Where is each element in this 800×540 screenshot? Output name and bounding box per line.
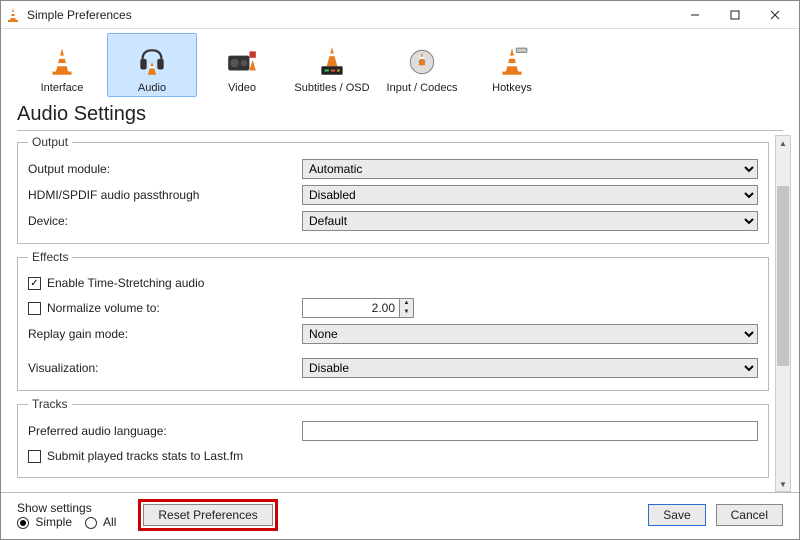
group-effects-legend: Effects xyxy=(28,250,72,264)
tab-video[interactable]: Video xyxy=(197,33,287,97)
pref-lang-label: Preferred audio language: xyxy=(28,424,302,438)
tab-label: Video xyxy=(228,82,256,94)
visualization-select[interactable]: Disable xyxy=(302,358,758,378)
tab-input-codecs[interactable]: Input / Codecs xyxy=(377,33,467,97)
group-tracks: Tracks Preferred audio language: Submit … xyxy=(17,397,769,478)
settings-scroll-area: Output Output module: Automatic HDMI/SPD… xyxy=(17,135,791,492)
normalize-value-spinner[interactable]: 2.00 ▲▼ xyxy=(302,298,414,318)
lastfm-checkbox[interactable] xyxy=(28,450,41,463)
divider xyxy=(17,130,783,131)
tab-label: Hotkeys xyxy=(492,82,532,94)
close-button[interactable] xyxy=(755,1,795,28)
save-button[interactable]: Save xyxy=(648,504,705,526)
reset-preferences-button[interactable]: Reset Preferences xyxy=(143,504,272,526)
video-icon xyxy=(225,44,260,79)
vertical-scrollbar[interactable]: ▲ ▼ xyxy=(775,135,791,492)
time-stretch-label: Enable Time-Stretching audio xyxy=(47,276,204,290)
codecs-icon xyxy=(405,44,440,79)
interface-icon xyxy=(45,44,80,79)
page-heading: Audio Settings xyxy=(17,103,783,126)
footer-bar: Show settings Simple All Reset Preferenc… xyxy=(1,492,799,539)
tab-hotkeys[interactable]: Hotkeys xyxy=(467,33,557,97)
group-output-legend: Output xyxy=(28,135,72,149)
replay-gain-label: Replay gain mode: xyxy=(28,327,302,341)
passthrough-select[interactable]: Disabled xyxy=(302,185,758,205)
maximize-button[interactable] xyxy=(715,1,755,28)
radio-all[interactable] xyxy=(85,517,97,529)
normalize-label: Normalize volume to: xyxy=(47,301,160,315)
title-bar: Simple Preferences xyxy=(1,1,799,29)
lastfm-label: Submit played tracks stats to Last.fm xyxy=(47,449,243,463)
tab-label: Subtitles / OSD xyxy=(294,82,369,94)
normalize-value: 2.00 xyxy=(303,301,399,315)
scroll-thumb[interactable] xyxy=(777,186,789,366)
tab-subtitles[interactable]: Subtitles / OSD xyxy=(287,33,377,97)
passthrough-label: HDMI/SPDIF audio passthrough xyxy=(28,188,302,202)
output-module-label: Output module: xyxy=(28,162,302,176)
scroll-down-icon[interactable]: ▼ xyxy=(776,477,790,491)
window-title: Simple Preferences xyxy=(27,8,675,22)
spinner-up-icon[interactable]: ▲ xyxy=(400,299,413,308)
vlc-app-icon xyxy=(5,7,21,23)
device-label: Device: xyxy=(28,214,302,228)
group-output: Output Output module: Automatic HDMI/SPD… xyxy=(17,135,769,244)
tab-label: Interface xyxy=(41,82,84,94)
pref-lang-input[interactable] xyxy=(302,421,758,441)
time-stretch-checkbox[interactable]: ✓ xyxy=(28,277,41,290)
visualization-label: Visualization: xyxy=(28,361,302,375)
spinner-down-icon[interactable]: ▼ xyxy=(400,308,413,317)
category-toolbar: Interface Audio Video Subtitles / OSD In… xyxy=(1,29,799,97)
tab-label: Audio xyxy=(138,82,166,94)
radio-simple-label: Simple xyxy=(35,515,72,529)
device-select[interactable]: Default xyxy=(302,211,758,231)
radio-simple[interactable] xyxy=(17,517,29,529)
settings-content: Output Output module: Automatic HDMI/SPD… xyxy=(17,135,773,492)
audio-icon xyxy=(135,44,170,79)
minimize-button[interactable] xyxy=(675,1,715,28)
replay-gain-select[interactable]: None xyxy=(302,324,758,344)
subtitles-icon xyxy=(315,44,350,79)
scroll-up-icon[interactable]: ▲ xyxy=(776,136,790,150)
group-effects: Effects ✓ Enable Time-Stretching audio N… xyxy=(17,250,769,391)
normalize-checkbox[interactable] xyxy=(28,302,41,315)
output-module-select[interactable]: Automatic xyxy=(302,159,758,179)
tab-label: Input / Codecs xyxy=(387,82,458,94)
show-settings-label: Show settings xyxy=(17,501,122,515)
group-tracks-legend: Tracks xyxy=(28,397,72,411)
radio-all-label: All xyxy=(103,515,116,529)
hotkeys-icon xyxy=(495,44,530,79)
cancel-button[interactable]: Cancel xyxy=(716,504,783,526)
preferences-window: Simple Preferences Interface Audio Video… xyxy=(0,0,800,540)
tab-audio[interactable]: Audio xyxy=(107,33,197,97)
reset-highlight: Reset Preferences xyxy=(138,499,277,531)
tab-interface[interactable]: Interface xyxy=(17,33,107,97)
